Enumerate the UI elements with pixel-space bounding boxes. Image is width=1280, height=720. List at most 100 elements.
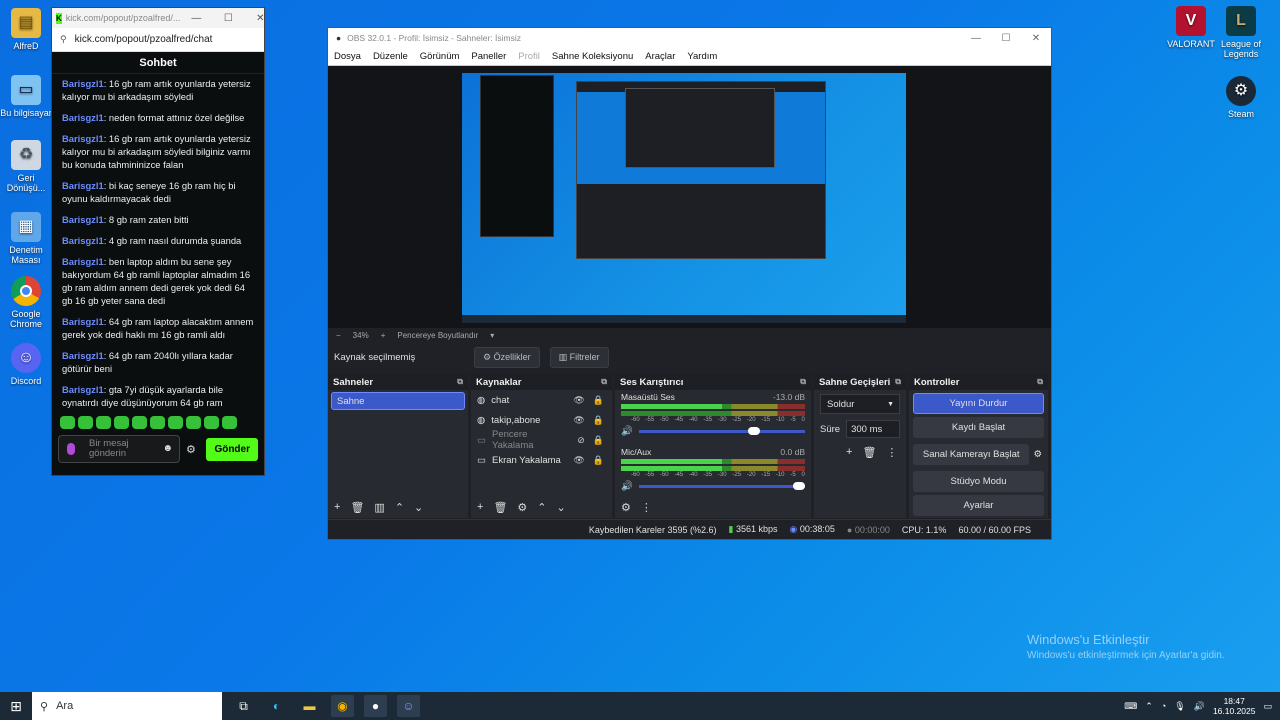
settings-button[interactable]: Ayarlar — [913, 495, 1044, 516]
desktop-icon-league[interactable]: L League of Legends — [1215, 6, 1267, 59]
filters-button[interactable]: ▥ Filtreler — [549, 346, 609, 368]
clock[interactable]: 18:47 16.10.2025 — [1213, 696, 1256, 716]
arrow-down-icon[interactable]: ⌄ — [557, 501, 566, 514]
maximize-button[interactable]: ☐ — [991, 33, 1021, 44]
source-item[interactable]: ▭ Ekran Yakalama 👁 🔒 — [471, 450, 612, 470]
minimize-button[interactable]: — — [961, 33, 991, 44]
volume-slider-knob[interactable] — [792, 482, 805, 490]
chat-message-input[interactable]: Bir mesaj gönderin ☻ — [58, 435, 180, 463]
stop-streaming-button[interactable]: Yayını Durdur — [913, 393, 1044, 414]
windows-start-icon[interactable]: ⊞ — [0, 698, 32, 715]
lock-icon[interactable]: 🔒 — [593, 455, 604, 466]
transition-select[interactable]: Soldur ▼ — [820, 394, 900, 414]
emote-icon[interactable] — [78, 416, 93, 429]
emote-icon[interactable] — [132, 416, 147, 429]
start-recording-button[interactable]: Kaydı Başlat — [913, 417, 1044, 438]
discord-taskbar-icon[interactable]: ☺ — [397, 695, 420, 717]
properties-button[interactable]: ⚙ Özellikler — [474, 346, 540, 368]
taskbar-search[interactable]: ⚲ Ara — [32, 692, 222, 720]
undock-icon[interactable]: ⧉ — [601, 377, 607, 387]
speaker-icon[interactable]: 🔊 — [1194, 701, 1205, 712]
more-options-icon[interactable]: ⋮ — [641, 501, 652, 514]
desktop-icon-control-panel[interactable]: ▦ Denetim Masası — [0, 212, 52, 265]
emote-icon[interactable] — [186, 416, 201, 429]
arrow-up-icon[interactable]: ⌃ — [395, 501, 404, 514]
emote-icon[interactable] — [222, 416, 237, 429]
maximize-button[interactable]: ☐ — [212, 13, 244, 24]
menu-paneller[interactable]: Paneller — [471, 51, 506, 62]
undock-icon[interactable]: ⧉ — [1037, 377, 1043, 387]
chrome-taskbar-icon[interactable]: ◉ — [331, 695, 354, 717]
menu-gorunum[interactable]: Görünüm — [420, 51, 460, 62]
desktop-icon-steam[interactable]: ⚙ Steam — [1215, 76, 1267, 119]
filter-icon[interactable]: ▥ — [374, 501, 384, 514]
close-button[interactable]: ✕ — [1021, 33, 1051, 44]
eye-icon[interactable]: 👁 — [573, 395, 584, 406]
add-icon[interactable]: + — [846, 446, 852, 459]
desktop-icon-recycle-bin[interactable]: ♻ Geri Dönüşü... — [0, 140, 52, 193]
menu-sahne-koleksiyonu[interactable]: Sahne Koleksiyonu — [552, 51, 633, 62]
microphone-icon[interactable]: 🎙 — [1174, 701, 1185, 712]
desktop-icon-discord[interactable]: ☺ Discord — [0, 343, 52, 386]
network-icon[interactable]: ◔ — [1161, 701, 1166, 711]
chat-titlebar[interactable]: K kick.com/popout/pzoalfred/... — ☐ ✕ — [52, 8, 265, 28]
volume-slider-knob[interactable] — [748, 427, 761, 435]
zoom-out-button[interactable]: − — [336, 331, 341, 340]
chevron-up-icon[interactable]: ⌃ — [1145, 701, 1153, 712]
source-item[interactable]: ▭ Pencere Yakalama ⊘ 🔒 — [471, 429, 612, 451]
minimize-button[interactable]: — — [180, 13, 212, 24]
more-options-icon[interactable]: ⋮ — [886, 446, 897, 459]
scene-item[interactable]: Sahne — [331, 392, 465, 410]
undock-icon[interactable]: ⧉ — [457, 377, 463, 387]
trash-icon[interactable]: 🗑 — [493, 501, 507, 514]
speaker-icon[interactable]: 🔊 — [621, 426, 633, 437]
menu-dosya[interactable]: Dosya — [334, 51, 361, 62]
lock-icon[interactable]: 🔒 — [593, 415, 604, 426]
advanced-audio-icon[interactable]: ⚙ — [621, 501, 631, 514]
desktop-icon-alfred[interactable]: ▤ AlfreD — [0, 8, 52, 51]
chat-messages[interactable]: Barisgzl1: 16 gb ram artık oyunlarda yet… — [52, 74, 264, 414]
source-item[interactable]: ◍ takip,abone 👁 🔒 — [471, 410, 612, 430]
desktop-icon-this-pc[interactable]: ▭ Bu bilgisayar — [0, 75, 52, 118]
emote-icon[interactable] — [150, 416, 165, 429]
duration-input[interactable]: 300 ms — [846, 420, 900, 438]
lock-icon[interactable]: 🔒 — [593, 395, 604, 406]
emote-icon[interactable] — [114, 416, 129, 429]
add-icon[interactable]: + — [477, 501, 483, 514]
obs-taskbar-icon[interactable]: ● — [364, 695, 387, 717]
speaker-icon[interactable]: 🔊 — [621, 481, 633, 492]
undock-icon[interactable]: ⧉ — [800, 377, 806, 387]
close-button[interactable]: ✕ — [244, 13, 276, 24]
send-button[interactable]: Gönder — [206, 437, 258, 461]
keyboard-icon[interactable]: ⌨ — [1124, 701, 1137, 712]
undock-icon[interactable]: ⧉ — [895, 377, 901, 387]
arrow-down-icon[interactable]: ⌄ — [414, 501, 423, 514]
lock-icon[interactable]: 🔒 — [593, 435, 604, 446]
menu-profil[interactable]: Profil — [518, 51, 540, 62]
zoom-in-button[interactable]: + — [381, 331, 386, 340]
chevron-down-icon[interactable]: ▾ — [490, 331, 494, 340]
obs-titlebar[interactable]: ● OBS 32.0.1 - Profil: İsimsiz - Sahnele… — [328, 28, 1051, 48]
chat-settings-gear-icon[interactable]: ⚙ — [186, 443, 196, 456]
file-explorer-icon[interactable]: ▬ — [298, 695, 321, 717]
site-info-icon[interactable]: ⚲ — [60, 34, 67, 45]
url-bar[interactable]: ⚲ kick.com/popout/pzoalfred/chat — [52, 28, 264, 52]
desktop-icon-valorant[interactable]: V VALORANT — [1165, 6, 1217, 49]
gear-icon[interactable]: ⚙ — [517, 501, 527, 514]
eye-icon[interactable]: 👁 — [573, 415, 584, 426]
start-virtual-camera-button[interactable]: Sanal Kamerayı Başlat — [913, 444, 1030, 465]
emote-icon[interactable] — [204, 416, 219, 429]
desktop-icon-chrome[interactable]: Google Chrome — [0, 276, 52, 329]
menu-yardim[interactable]: Yardım — [687, 51, 717, 62]
task-view-icon[interactable]: ⧉ — [232, 695, 255, 717]
virtual-camera-gear-icon[interactable]: ⚙ — [1033, 449, 1042, 460]
mic-icon[interactable] — [67, 443, 75, 455]
trash-icon[interactable]: 🗑 — [350, 501, 364, 514]
emote-icon[interactable] — [168, 416, 183, 429]
studio-mode-button[interactable]: Stüdyo Modu — [913, 471, 1044, 492]
eye-icon[interactable]: 👁 — [573, 455, 584, 466]
arrow-up-icon[interactable]: ⌃ — [537, 501, 546, 514]
menu-duzenle[interactable]: Düzenle — [373, 51, 408, 62]
zoom-mode[interactable]: Pencereye Boyutlandır — [397, 331, 478, 340]
edge-icon[interactable]: ◐ — [265, 695, 288, 717]
